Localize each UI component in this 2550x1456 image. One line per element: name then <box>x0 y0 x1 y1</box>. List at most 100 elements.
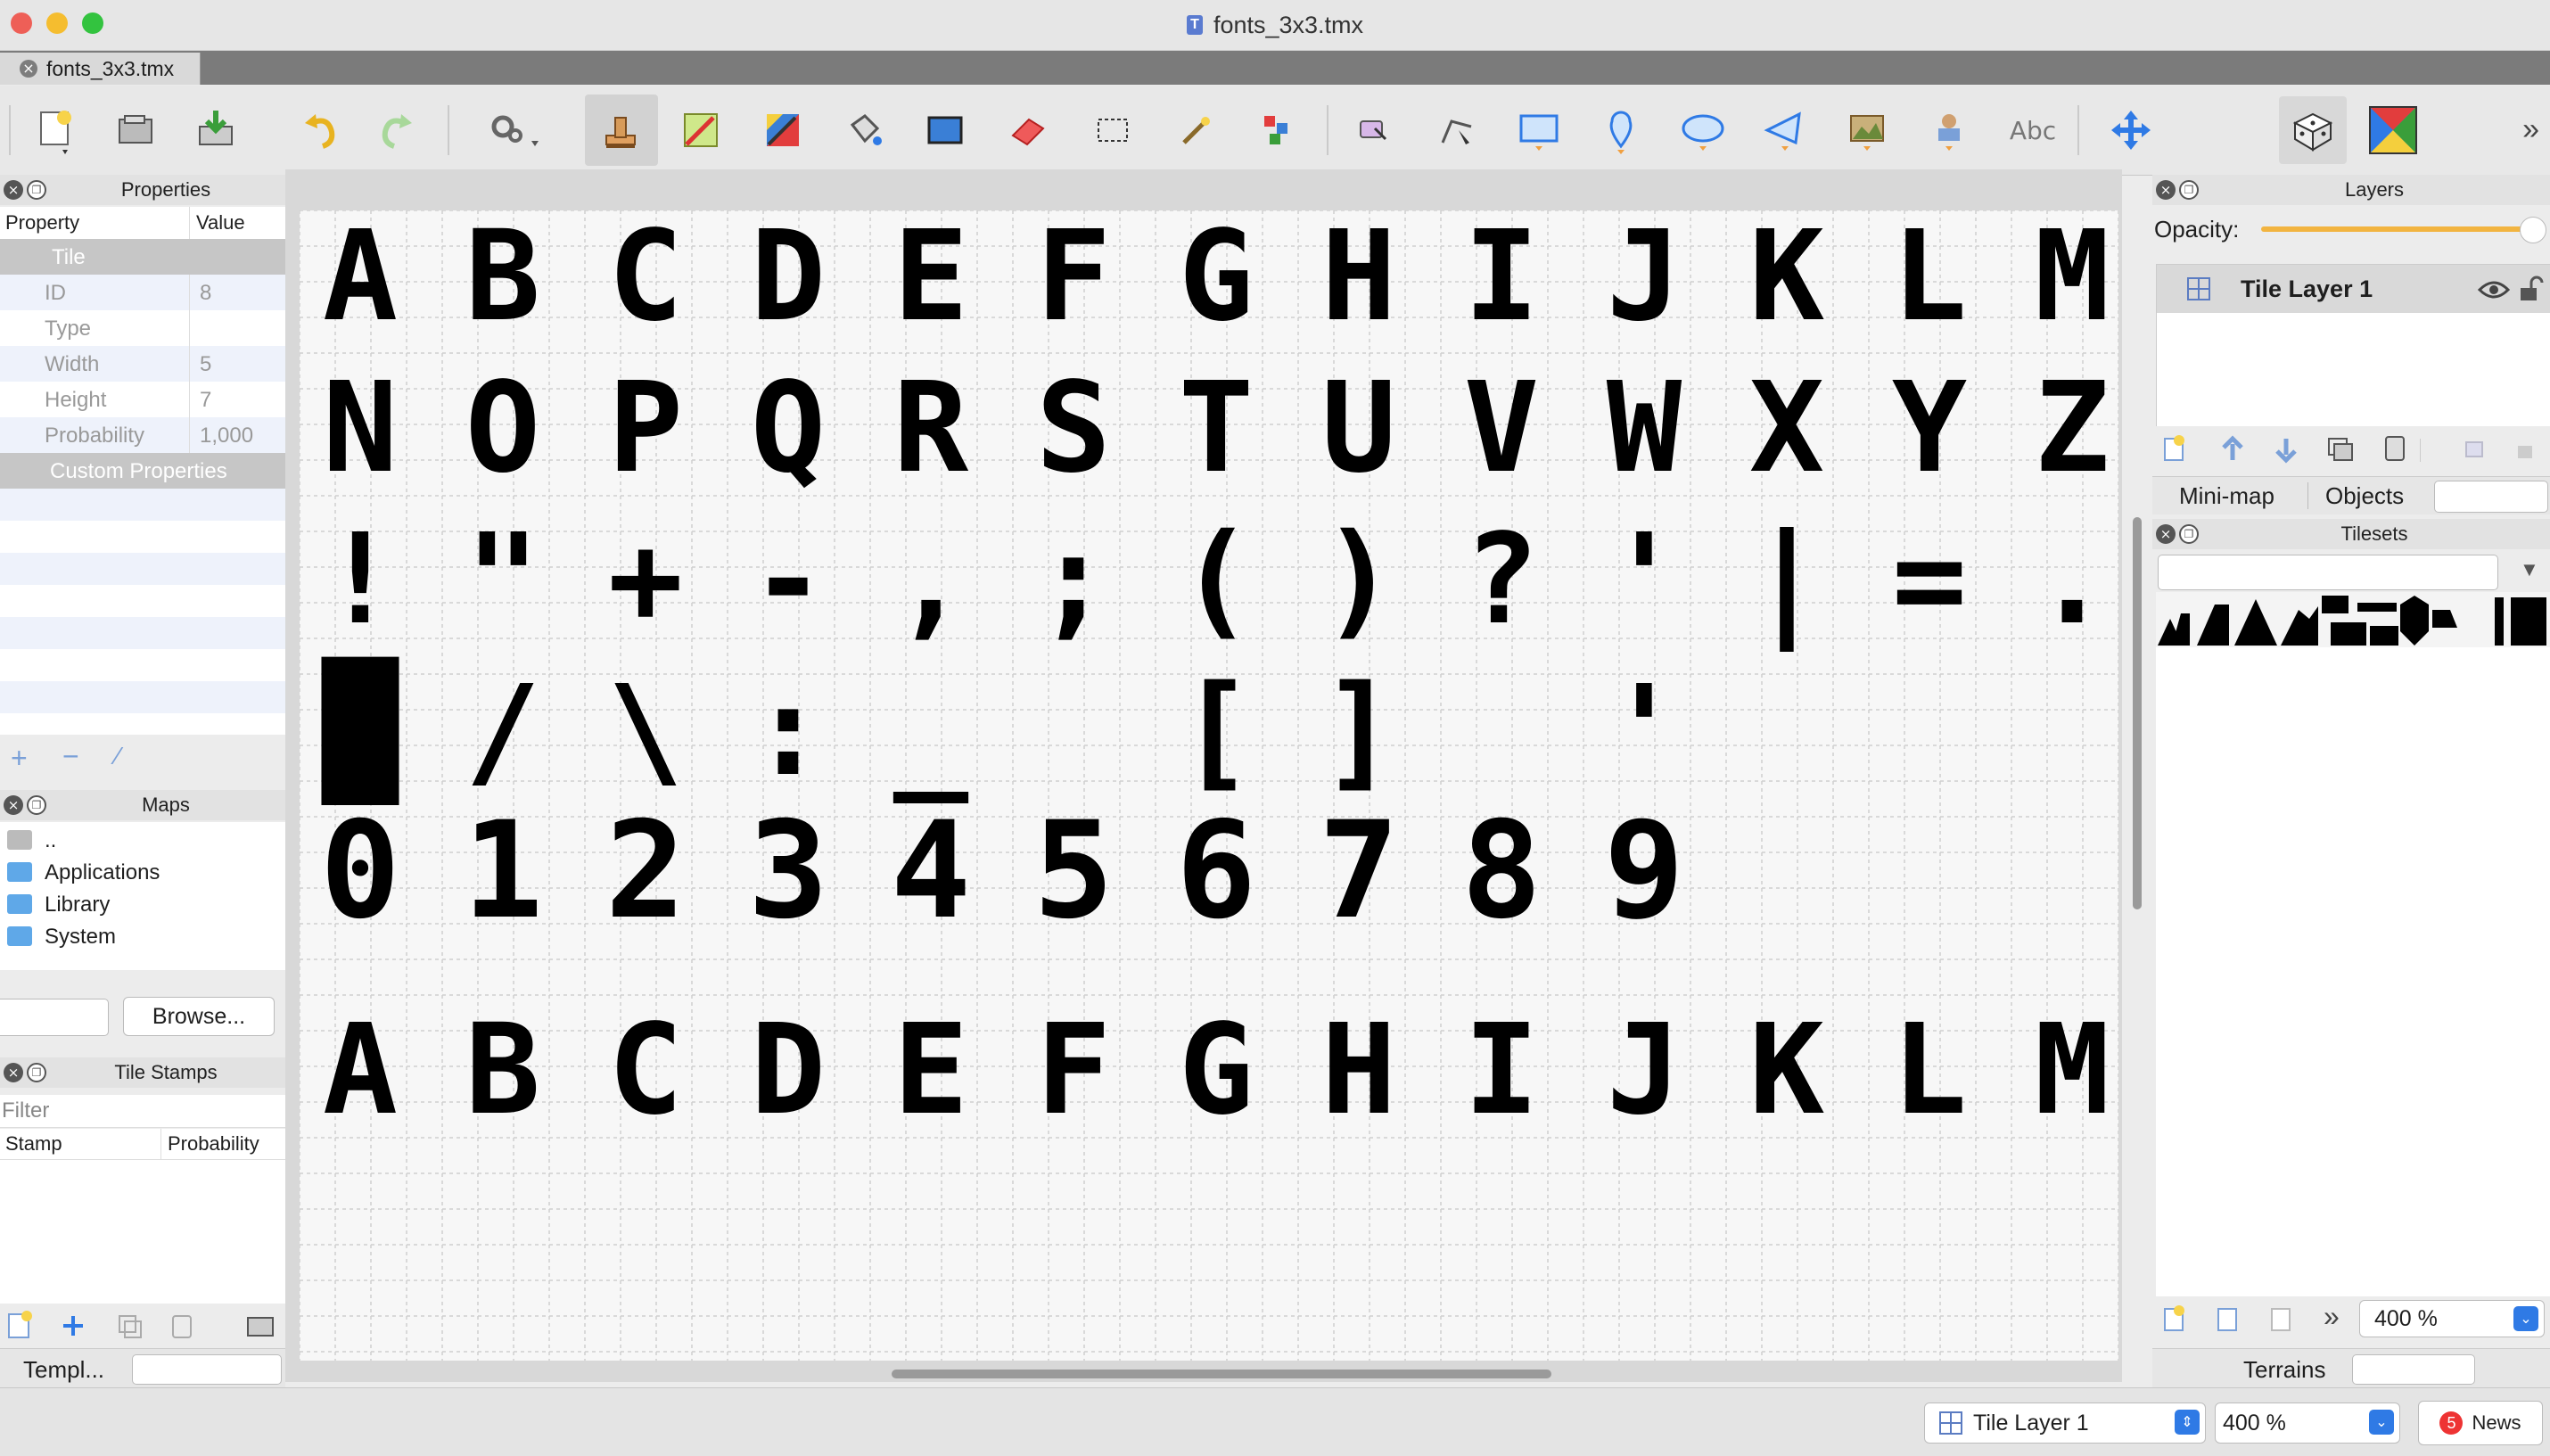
glyph-tile[interactable]: 2 <box>605 794 686 949</box>
terrains-tab-slot[interactable] <box>2352 1354 2475 1385</box>
glyph-tile[interactable]: 3 <box>748 794 828 949</box>
map-item-applications[interactable]: Applications <box>7 860 160 885</box>
redo-button[interactable] <box>364 98 428 162</box>
shape-fill-button[interactable] <box>913 98 977 162</box>
glyph-tile[interactable]: T <box>1179 356 1254 501</box>
glyph-tile[interactable]: 5 <box>1033 794 1114 949</box>
glyph-tile[interactable]: 0 <box>320 794 400 949</box>
glyph-tile[interactable]: H <box>1321 204 1396 350</box>
glyph-tile[interactable]: 4 <box>891 794 971 949</box>
insert-tile-button[interactable] <box>1835 98 1899 162</box>
rect-select-button[interactable] <box>1081 98 1145 162</box>
save-button[interactable] <box>184 98 248 162</box>
vertical-scrollbar[interactable] <box>2127 210 2145 1361</box>
glyph-tile[interactable]: ! <box>323 507 398 653</box>
tab-objects[interactable]: Objects <box>2325 482 2404 510</box>
glyph-tile[interactable]: V <box>1464 356 1539 501</box>
glyph-tile[interactable]: F <box>1036 998 1111 1143</box>
glyph-tile[interactable]: _ <box>893 659 969 804</box>
glyph-tile[interactable]: Y <box>1892 356 1967 501</box>
glyph-tile[interactable]: C <box>608 204 683 350</box>
stamps-filter-input[interactable]: Filter <box>0 1095 285 1128</box>
insert-rectangle-button[interactable] <box>1507 98 1571 162</box>
browse-button[interactable]: Browse... <box>123 997 275 1036</box>
glyph-tile[interactable]: : <box>751 659 826 804</box>
open-file-button[interactable] <box>103 98 168 162</box>
tileset-view[interactable] <box>2156 592 2550 1296</box>
glyph-tile[interactable]: I <box>1464 204 1539 350</box>
float-panel-icon[interactable]: ❐ <box>2179 524 2199 544</box>
vertical-scroll-thumb[interactable] <box>2133 517 2142 909</box>
prop-row-id[interactable]: ID 8 <box>0 275 285 310</box>
glyph-tile[interactable]: S <box>1036 356 1111 501</box>
toolbar-overflow-icon[interactable]: » <box>2522 112 2539 147</box>
glyph-tile[interactable]: 9 <box>1604 794 1684 949</box>
float-panel-icon[interactable]: ❐ <box>27 180 46 200</box>
glyph-tile[interactable]: 7 <box>1319 794 1399 949</box>
glyph-tile[interactable]: J <box>1607 204 1682 350</box>
eraser-button[interactable] <box>995 98 1059 162</box>
glyph-tile[interactable]: A <box>323 998 398 1143</box>
new-map-button[interactable] <box>23 98 87 162</box>
glyph-tile[interactable]: , <box>893 507 968 653</box>
close-panel-icon[interactable]: × <box>4 795 23 815</box>
glyph-tile[interactable]: N <box>323 356 398 501</box>
glyph-tile[interactable]: ( <box>1179 507 1254 653</box>
float-panel-icon[interactable]: ❐ <box>27 795 46 815</box>
remove-property-icon[interactable]: − <box>62 740 79 773</box>
glyph-tile[interactable]: I <box>1464 998 1539 1143</box>
glyph-tile[interactable]: B <box>465 998 540 1143</box>
glyph-tile[interactable]: ) <box>1321 507 1396 653</box>
select-objects-button[interactable] <box>1343 98 1407 162</box>
glyph-tile[interactable]: Z <box>2035 356 2110 501</box>
glyph-tile[interactable]: Q <box>751 356 826 501</box>
magic-wand-button[interactable] <box>1163 98 1227 162</box>
move-button[interactable] <box>2099 98 2163 162</box>
glyph-tile[interactable]: 8 <box>1461 794 1542 949</box>
glyph-tile[interactable]: M <box>2035 204 2110 350</box>
glyph-tile[interactable]: P <box>608 356 683 501</box>
tileset-menu-icon[interactable]: ▼ <box>2520 558 2539 581</box>
glyph-tile[interactable]: \ <box>608 659 683 804</box>
undo-button[interactable] <box>289 98 353 162</box>
tileset-tab-slot[interactable] <box>2158 555 2498 590</box>
glyph-tile[interactable]: 1 <box>463 794 543 949</box>
prop-row-width[interactable]: Width 5 <box>0 346 285 382</box>
glyph-tile[interactable]: D <box>751 204 826 350</box>
random-mode-button[interactable] <box>2279 96 2347 164</box>
close-tab-icon[interactable]: × <box>20 60 37 78</box>
insert-point-button[interactable] <box>1589 98 1653 162</box>
glyph-tile[interactable]: ' <box>1607 507 1682 653</box>
glyph-tile[interactable]: M <box>2035 998 2110 1143</box>
tileset-zoom-select[interactable]: 400 % ⌄ <box>2359 1300 2545 1337</box>
glyph-tile[interactable]: U <box>1321 356 1396 501</box>
tab-terrains[interactable]: Terrains <box>2243 1356 2325 1384</box>
tileset-strip[interactable] <box>2156 592 2550 647</box>
glyph-tile[interactable]: | <box>1749 507 1824 653</box>
tab-templates[interactable]: Templ... <box>23 1356 104 1384</box>
glyph-tile[interactable]: G <box>1179 204 1254 350</box>
glyph-tile[interactable]: - <box>751 507 826 653</box>
glyph-tile[interactable]: E <box>893 204 968 350</box>
float-panel-icon[interactable]: ❐ <box>27 1063 46 1082</box>
glyph-tile[interactable]: = <box>1892 507 1967 653</box>
glyph-tile[interactable]: R <box>893 356 969 501</box>
prop-row-height[interactable]: Height 7 <box>0 382 285 417</box>
prop-row-type[interactable]: Type <box>0 310 285 346</box>
terrain-brush-button[interactable] <box>669 98 733 162</box>
insert-polygon-button[interactable] <box>1753 98 1817 162</box>
glyph-tile[interactable]: ; <box>1036 507 1111 653</box>
glyph-tile[interactable]: █ <box>321 656 399 805</box>
commands-button[interactable] <box>481 98 546 162</box>
zoom-select[interactable]: 400 % ⌄ <box>2215 1403 2400 1444</box>
stamp-brush-button[interactable] <box>588 98 653 162</box>
glyph-tile[interactable]: W <box>1607 356 1682 501</box>
close-panel-icon[interactable]: × <box>4 180 23 200</box>
close-panel-icon[interactable]: × <box>4 1063 23 1082</box>
glyph-tile[interactable]: D <box>751 998 826 1143</box>
side-tab-slot[interactable] <box>2434 481 2548 513</box>
glyph-tile[interactable]: 6 <box>1176 794 1256 949</box>
float-panel-icon[interactable]: ❐ <box>2179 180 2199 200</box>
horizontal-scroll-thumb[interactable] <box>892 1370 1551 1378</box>
wang-fill-button[interactable] <box>2359 96 2427 164</box>
